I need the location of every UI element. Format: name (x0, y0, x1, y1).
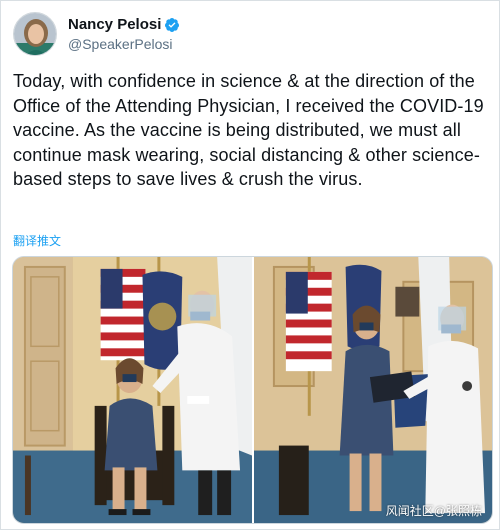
translate-tweet-link[interactable]: 翻译推文 (13, 232, 61, 249)
media-grid: 风闻社区@张照栋 (12, 256, 493, 524)
verified-badge-icon (164, 17, 180, 33)
tweet-text: Today, with confidence in science & at t… (13, 71, 484, 190)
photo-vaccination-seated[interactable] (13, 257, 252, 523)
photo-vaccination-standing[interactable]: 风闻社区@张照栋 (253, 257, 492, 523)
watermark: 风闻社区@张照栋 (385, 504, 482, 518)
user-handle[interactable]: @SpeakerPelosi (68, 36, 180, 52)
name-row: Nancy Pelosi (68, 16, 180, 33)
tweet-header: Nancy Pelosi @SpeakerPelosi (13, 12, 180, 56)
tweet-card: Nancy Pelosi @SpeakerPelosi Today, with … (0, 0, 500, 530)
avatar[interactable] (13, 12, 57, 56)
author-info: Nancy Pelosi @SpeakerPelosi (68, 16, 180, 52)
display-name[interactable]: Nancy Pelosi (68, 16, 161, 33)
